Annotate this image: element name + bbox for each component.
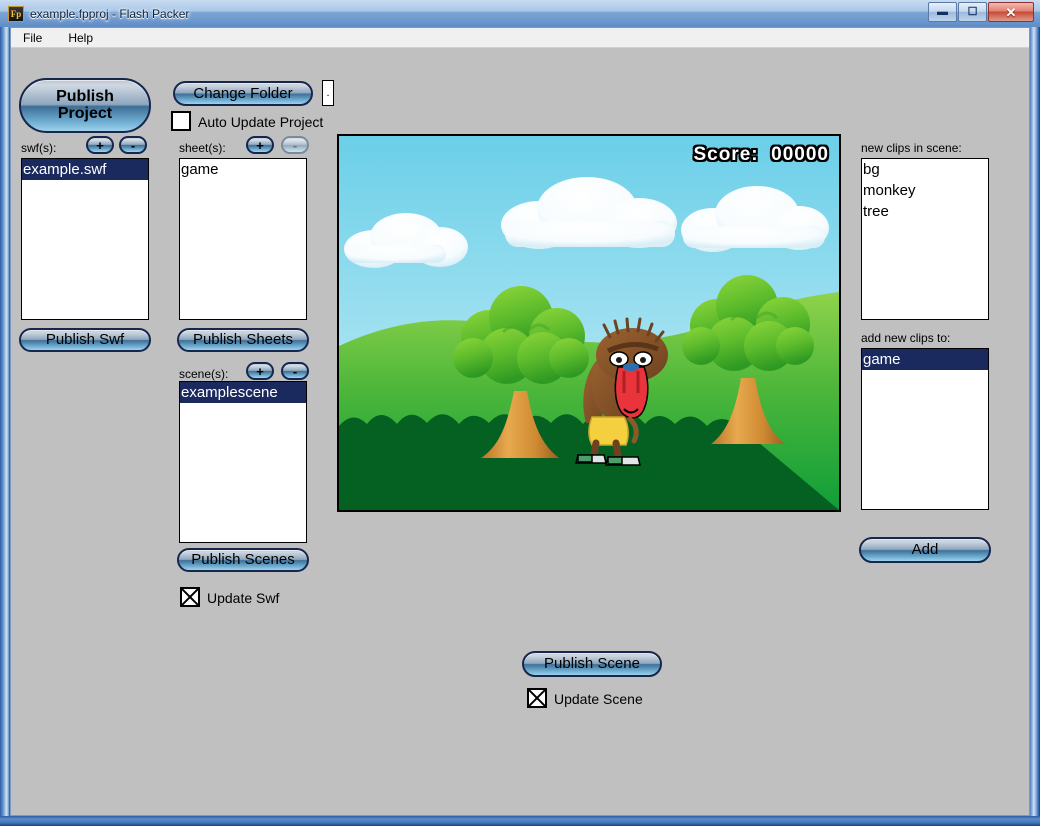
publish-swf-button[interactable]: Publish Swf bbox=[19, 328, 151, 352]
scene-remove-button[interactable]: - bbox=[281, 362, 309, 380]
update-swf-checkbox[interactable] bbox=[180, 587, 200, 607]
window-border-bottom bbox=[0, 816, 1040, 826]
publish-scenes-label: Publish Scenes bbox=[191, 551, 295, 569]
score-label: Score: bbox=[693, 144, 759, 165]
change-folder-button[interactable]: Change Folder bbox=[173, 81, 313, 106]
scene-list-label: scene(s): bbox=[179, 367, 229, 381]
publish-project-label-line2: Project bbox=[57, 104, 113, 122]
folder-path-value: . bbox=[326, 87, 330, 99]
close-button[interactable]: ✕ bbox=[988, 2, 1034, 22]
score-gap bbox=[759, 144, 772, 165]
scene-add-button[interactable]: + bbox=[246, 362, 274, 380]
folder-path-field[interactable]: . bbox=[322, 80, 334, 106]
swf-add-button[interactable]: + bbox=[86, 136, 114, 154]
app-icon: Fp bbox=[8, 5, 24, 22]
maximize-icon: ☐ bbox=[967, 5, 978, 18]
minus-icon: - bbox=[292, 137, 298, 153]
list-item[interactable]: game bbox=[180, 159, 306, 180]
add-new-clips-to-label: add new clips to: bbox=[861, 331, 951, 345]
menu-item-file[interactable]: File bbox=[19, 30, 46, 46]
publish-sheets-button[interactable]: Publish Sheets bbox=[177, 328, 309, 352]
auto-update-project-checkbox[interactable] bbox=[171, 111, 191, 131]
sheet-add-button[interactable]: + bbox=[246, 136, 274, 154]
plus-icon: + bbox=[256, 363, 264, 379]
publish-swf-label: Publish Swf bbox=[45, 331, 125, 349]
window-border-left bbox=[0, 0, 10, 826]
sheet-list-label: sheet(s): bbox=[179, 141, 226, 155]
maximize-button[interactable]: ☐ bbox=[958, 2, 987, 22]
list-item[interactable]: game bbox=[862, 349, 988, 370]
minus-icon: - bbox=[292, 363, 298, 379]
add-clips-label: Add bbox=[911, 541, 939, 559]
checkbox-x-icon bbox=[529, 690, 545, 706]
plus-icon: + bbox=[96, 137, 104, 153]
new-clips-list[interactable]: bg monkey tree bbox=[861, 158, 989, 320]
window-controls: ▬ ☐ ✕ bbox=[928, 2, 1034, 22]
scene-preview[interactable]: Score: 00000 bbox=[337, 134, 841, 512]
score-display: Score: 00000 bbox=[693, 144, 829, 166]
update-scene-label: Update Scene bbox=[554, 691, 643, 707]
title-bar[interactable]: Fp example.fpproj - Flash Packer ▬ ☐ ✕ bbox=[0, 0, 1040, 27]
plus-icon: + bbox=[256, 137, 264, 153]
swf-list-label: swf(s): bbox=[21, 141, 57, 155]
list-item[interactable]: examplescene bbox=[180, 382, 306, 403]
menu-bar: File Help bbox=[11, 28, 1029, 48]
scene-list[interactable]: examplescene bbox=[179, 381, 307, 543]
publish-scene-label: Publish Scene bbox=[544, 655, 640, 673]
new-clips-label: new clips in scene: bbox=[861, 141, 962, 155]
change-folder-label: Change Folder bbox=[193, 84, 293, 102]
list-item[interactable]: tree bbox=[862, 201, 988, 222]
publish-project-button[interactable]: Publish Project bbox=[19, 78, 151, 133]
publish-sheets-label: Publish Sheets bbox=[192, 331, 294, 349]
client-area: File Help Publish Project Change Folder … bbox=[10, 27, 1030, 816]
publish-project-label-line1: Publish bbox=[56, 87, 114, 105]
sheet-remove-button[interactable]: - bbox=[281, 136, 309, 154]
update-swf-label: Update Swf bbox=[207, 590, 280, 606]
preview-artwork bbox=[339, 136, 839, 510]
form-canvas: Publish Project Change Folder . Auto Upd… bbox=[11, 48, 1029, 815]
auto-update-project-label: Auto Update Project bbox=[198, 114, 324, 130]
swf-list[interactable]: example.swf bbox=[21, 158, 149, 320]
close-icon: ✕ bbox=[1005, 4, 1017, 20]
menu-item-help[interactable]: Help bbox=[64, 30, 97, 46]
checkbox-x-icon bbox=[182, 589, 198, 605]
publish-scene-button[interactable]: Publish Scene bbox=[522, 651, 662, 677]
swf-remove-button[interactable]: - bbox=[119, 136, 147, 154]
minimize-button[interactable]: ▬ bbox=[928, 2, 957, 22]
update-scene-checkbox[interactable] bbox=[527, 688, 547, 708]
list-item[interactable]: bg bbox=[862, 159, 988, 180]
application-window: Fp example.fpproj - Flash Packer ▬ ☐ ✕ F… bbox=[0, 0, 1040, 826]
window-title: example.fpproj - Flash Packer bbox=[30, 6, 190, 21]
minimize-icon: ▬ bbox=[937, 5, 948, 18]
minus-icon: - bbox=[130, 137, 136, 153]
list-item[interactable]: example.swf bbox=[22, 159, 148, 180]
list-item[interactable]: monkey bbox=[862, 180, 988, 201]
publish-scenes-button[interactable]: Publish Scenes bbox=[177, 548, 309, 572]
window-border-right bbox=[1030, 0, 1040, 826]
score-value: 00000 bbox=[771, 144, 829, 165]
sheet-list[interactable]: game bbox=[179, 158, 307, 320]
add-clips-button[interactable]: Add bbox=[859, 537, 991, 563]
add-clips-target-list[interactable]: game bbox=[861, 348, 989, 510]
